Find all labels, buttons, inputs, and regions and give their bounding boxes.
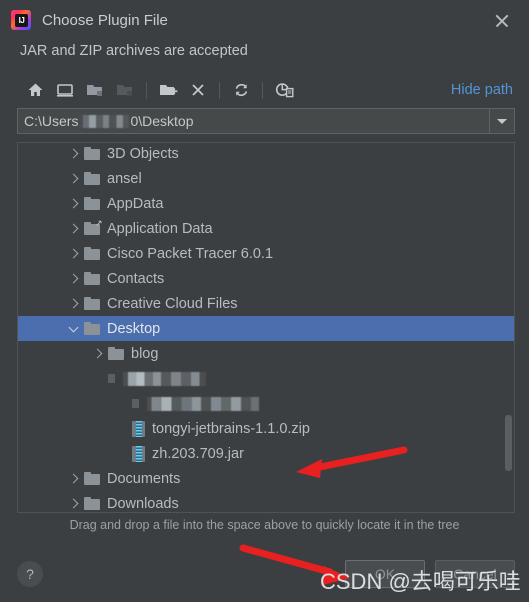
expand-folder-icon[interactable] <box>80 76 110 104</box>
chevron-right-icon[interactable] <box>66 171 82 187</box>
chevron-right-icon[interactable] <box>90 346 106 362</box>
chevron-right-icon[interactable] <box>66 496 82 512</box>
intellij-logo-icon: IJ <box>11 10 31 30</box>
folder-icon <box>84 246 101 261</box>
tree-row[interactable]: tongyi-jetbrains-1.1.0.zip <box>18 416 514 441</box>
delete-icon[interactable] <box>183 76 213 104</box>
archive-file-icon <box>132 445 145 462</box>
chevron-down-icon <box>497 118 507 124</box>
path-input[interactable]: C:\Users 0\Desktop <box>18 109 489 133</box>
tree-row[interactable]: ansel <box>18 166 514 191</box>
file-tree: 3D Objects ansel AppData ↗ Application Data C… <box>18 143 514 512</box>
tree-row[interactable] <box>18 366 514 391</box>
toolbar-separator-1 <box>146 81 147 99</box>
tree-row[interactable]: blog <box>18 341 514 366</box>
folder-icon <box>84 471 101 486</box>
tree-indent-spacer <box>90 371 106 387</box>
close-icon[interactable] <box>489 7 515 33</box>
path-suffix: 0\Desktop <box>130 113 194 129</box>
window-title: Choose Plugin File <box>42 11 168 29</box>
chevron-right-icon[interactable] <box>66 196 82 212</box>
title-bar: IJ Choose Plugin File <box>0 0 529 40</box>
tree-row[interactable]: Cisco Packet Tracer 6.0.1 <box>18 241 514 266</box>
new-folder-icon[interactable] <box>153 76 183 104</box>
tree-row[interactable]: Creative Cloud Files <box>18 291 514 316</box>
chevron-right-icon[interactable] <box>66 146 82 162</box>
tree-row-label: Contacts <box>107 270 165 287</box>
path-dropdown-button[interactable] <box>489 109 514 133</box>
tree-row-label: zh.203.709.jar <box>152 445 244 462</box>
tree-row-label: Creative Cloud Files <box>107 295 238 312</box>
csdn-watermark: CSDN @去喝可乐哇 <box>320 569 521 594</box>
redacted-icon <box>108 374 115 383</box>
tree-row[interactable]: AppData <box>18 191 514 216</box>
file-tree-panel[interactable]: 3D Objects ansel AppData ↗ Application Data C… <box>17 142 515 513</box>
archive-file-icon <box>132 420 145 437</box>
tree-row-label: AppData <box>107 195 164 212</box>
tree-row-label: Documents <box>107 470 181 487</box>
redacted-icon <box>132 399 139 408</box>
folder-icon <box>84 196 101 211</box>
tree-vertical-scrollbar[interactable] <box>505 415 512 471</box>
chevron-right-icon[interactable] <box>66 246 82 262</box>
path-redacted-username <box>79 114 130 128</box>
tree-row[interactable]: Documents <box>18 466 514 491</box>
help-button[interactable]: ? <box>17 561 43 587</box>
drag-drop-hint: Drag and drop a file into the space abov… <box>69 518 460 532</box>
chevron-right-icon[interactable] <box>66 471 82 487</box>
folder-shortcut-icon: ↗ <box>84 218 103 236</box>
home-icon[interactable] <box>20 76 50 104</box>
tree-row[interactable]: Desktop <box>18 316 514 341</box>
folder-icon <box>108 346 125 361</box>
folder-icon <box>84 271 101 286</box>
logo-text: IJ <box>18 16 25 25</box>
folder-icon <box>84 171 101 186</box>
redacted-folder-name <box>123 371 206 386</box>
refresh-icon[interactable] <box>226 76 256 104</box>
path-prefix: C:\Users <box>24 113 79 129</box>
tree-row[interactable]: ↗ Application Data <box>18 216 514 241</box>
folder-icon <box>84 146 101 161</box>
tree-row-label: Cisco Packet Tracer 6.0.1 <box>107 245 274 262</box>
path-combobox[interactable]: C:\Users 0\Desktop <box>17 108 515 134</box>
collapse-folder-icon <box>110 76 140 104</box>
folder-icon <box>84 496 101 511</box>
tree-row-label: Downloads <box>107 495 179 512</box>
tree-row-label: 3D Objects <box>107 145 179 162</box>
tree-indent-spacer <box>114 421 130 437</box>
tree-row-label: Desktop <box>107 320 161 337</box>
toolbar-separator-2 <box>219 81 220 99</box>
tree-indent-spacer <box>114 396 130 412</box>
folder-icon <box>84 321 101 336</box>
chevron-right-icon[interactable] <box>66 271 82 287</box>
tree-row[interactable]: Downloads <box>18 491 514 512</box>
tree-row[interactable]: 3D Objects <box>18 143 514 166</box>
file-chooser-toolbar: Hide path <box>0 72 529 108</box>
show-hidden-files-icon[interactable] <box>269 76 299 104</box>
tree-row[interactable]: Contacts <box>18 266 514 291</box>
tree-row-label: tongyi-jetbrains-1.1.0.zip <box>152 420 310 437</box>
redacted-folder-name <box>147 396 259 411</box>
toolbar-separator-3 <box>262 81 263 99</box>
tree-row-label: Application Data <box>107 220 213 237</box>
tree-indent-spacer <box>114 446 130 462</box>
desktop-icon[interactable] <box>50 76 80 104</box>
chevron-right-icon[interactable] <box>66 296 82 312</box>
tree-row[interactable]: zh.203.709.jar <box>18 441 514 466</box>
tree-row-label: blog <box>131 345 159 362</box>
dialog-subtitle: JAR and ZIP archives are accepted <box>20 43 248 59</box>
chevron-down-icon[interactable] <box>66 321 82 337</box>
folder-icon <box>84 296 101 311</box>
tree-row-label: ansel <box>107 170 142 187</box>
hide-path-link[interactable]: Hide path <box>451 82 515 98</box>
path-row: C:\Users 0\Desktop <box>0 108 529 134</box>
tree-row[interactable] <box>18 391 514 416</box>
chevron-right-icon[interactable] <box>66 221 82 237</box>
